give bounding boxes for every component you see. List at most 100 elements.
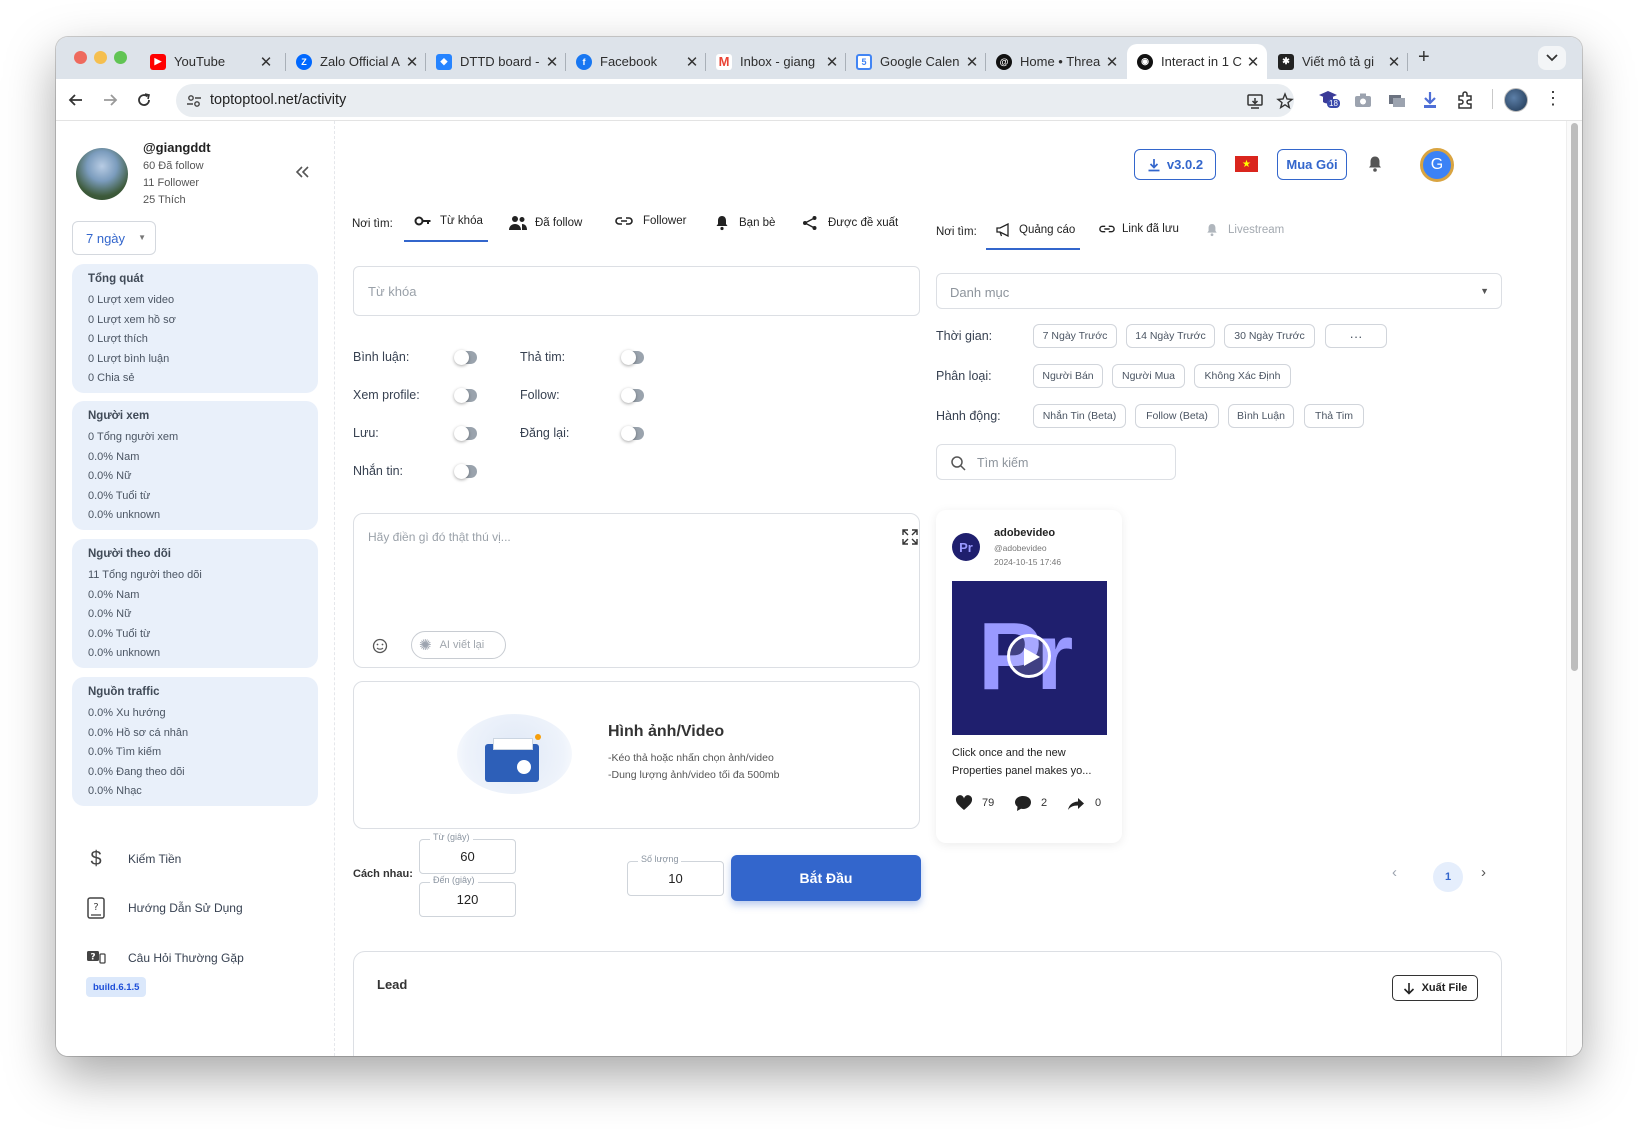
tab-threads[interactable]: @ Home • Threa ✕ xyxy=(986,44,1126,79)
quantity-input[interactable]: Số lượng 10 xyxy=(627,854,724,896)
tab-keyword[interactable]: Từ khóa xyxy=(414,215,483,227)
tab-follower[interactable]: Follower xyxy=(615,215,686,227)
chip-comment[interactable]: Bình Luận xyxy=(1228,404,1294,428)
category-select[interactable]: Danh mục ▼ xyxy=(936,273,1502,309)
interval-from-input[interactable]: Từ (giây) 60 xyxy=(419,832,516,874)
prev-page-icon[interactable]: ‹ xyxy=(1392,864,1397,881)
close-window-button[interactable] xyxy=(74,51,87,64)
comment-toggle[interactable] xyxy=(454,350,477,365)
buy-plan-button[interactable]: Mua Gói xyxy=(1277,149,1347,180)
heart-icon[interactable] xyxy=(955,795,973,811)
close-tab-icon[interactable]: ✕ xyxy=(1102,53,1122,71)
repost-toggle[interactable] xyxy=(621,426,644,441)
expand-icon[interactable] xyxy=(902,529,918,545)
install-app-icon[interactable] xyxy=(1246,92,1264,110)
comment-icon[interactable] xyxy=(1014,795,1032,812)
page-1-button[interactable]: 1 xyxy=(1433,862,1463,892)
tab-search-button[interactable] xyxy=(1538,46,1566,70)
camera-icon[interactable] xyxy=(1354,92,1372,108)
avatar[interactable] xyxy=(76,148,128,200)
view-profile-toggle[interactable] xyxy=(454,388,477,403)
close-tab-icon[interactable]: ✕ xyxy=(962,53,982,71)
user-avatar[interactable]: G xyxy=(1420,148,1454,182)
page-scrollbar[interactable] xyxy=(1566,121,1582,1056)
bell-icon[interactable] xyxy=(1367,155,1383,173)
message-toggle[interactable] xyxy=(454,464,477,479)
save-toggle[interactable] xyxy=(454,426,477,441)
next-page-icon[interactable]: › xyxy=(1481,864,1486,881)
close-tab-icon[interactable]: ✕ xyxy=(402,53,422,71)
kebab-menu-icon[interactable]: ⋮ xyxy=(1544,89,1562,107)
start-button[interactable]: Bắt Đầu xyxy=(731,855,921,901)
tab-ads[interactable]: Quảng cáo xyxy=(996,223,1075,237)
download-extension-icon[interactable] xyxy=(1422,91,1438,109)
download-icon xyxy=(1148,158,1160,171)
media-upload-dropzone[interactable]: Hình ảnh/Video -Kéo thả hoặc nhấn chọn ả… xyxy=(353,681,920,829)
period-select[interactable]: 7 ngày ▼ xyxy=(72,221,156,255)
reload-icon[interactable] xyxy=(136,92,152,108)
play-icon[interactable] xyxy=(1007,634,1051,678)
minimize-window-button[interactable] xyxy=(94,51,107,64)
version-download-button[interactable]: v3.0.2 xyxy=(1134,149,1216,180)
interval-to-input[interactable]: Đến (giây) 120 xyxy=(419,875,516,917)
tab-interact-active[interactable]: ◉ Interact in 1 C ✕ xyxy=(1127,44,1267,79)
tab-youtube[interactable]: ▶ YouTube ✕ xyxy=(140,44,280,79)
close-tab-icon[interactable]: ✕ xyxy=(1243,53,1263,71)
emoji-icon[interactable] xyxy=(372,638,388,654)
extension-graduate-icon[interactable]: 18 xyxy=(1318,88,1340,110)
close-tab-icon[interactable]: ✕ xyxy=(822,53,842,71)
address-bar[interactable]: toptoptool.net/activity xyxy=(176,84,1294,117)
chip-seller[interactable]: Người Bán xyxy=(1033,364,1103,388)
tab-suggested[interactable]: Được đề xuất xyxy=(802,215,898,231)
tab-followed[interactable]: Đã follow xyxy=(508,215,582,231)
nav-earn-money[interactable]: $ Kiếm Tiền xyxy=(86,848,181,870)
tab-saved-links[interactable]: Link đã lưu xyxy=(1099,223,1179,235)
tab-livestream[interactable]: Livestream xyxy=(1206,223,1284,237)
tab-calendar[interactable]: 5 Google Calen ✕ xyxy=(846,44,986,79)
close-tab-icon[interactable]: ✕ xyxy=(1384,53,1404,71)
tab-gmail[interactable]: M Inbox - giang ✕ xyxy=(706,44,846,79)
chip-14-days[interactable]: 14 Ngày Trước xyxy=(1126,324,1215,348)
back-icon[interactable] xyxy=(68,92,84,108)
action-label: Hành động: xyxy=(936,409,1001,423)
extensions-puzzle-icon[interactable] xyxy=(1456,91,1474,109)
close-tab-icon[interactable]: ✕ xyxy=(542,53,562,71)
search-input[interactable]: Tìm kiếm xyxy=(936,444,1176,480)
chip-buyer[interactable]: Người Mua xyxy=(1112,364,1185,388)
heart-toggle[interactable] xyxy=(621,350,644,365)
chip-undetermined[interactable]: Không Xác Định xyxy=(1194,364,1291,388)
export-file-button[interactable]: Xuất File xyxy=(1392,975,1478,1001)
collapse-sidebar-icon[interactable] xyxy=(294,164,310,180)
tab-friends[interactable]: Bạn bè xyxy=(715,215,775,231)
new-tab-button[interactable]: + xyxy=(1418,46,1430,69)
nav-faq[interactable]: ? Câu Hỏi Thường Gặp xyxy=(86,947,244,969)
chip-7-days[interactable]: 7 Ngày Trước xyxy=(1033,324,1117,348)
scrollbar-thumb[interactable] xyxy=(1571,123,1578,671)
forward-icon[interactable] xyxy=(102,92,118,108)
site-settings-icon[interactable] xyxy=(186,93,202,109)
chip-message-beta[interactable]: Nhắn Tin (Beta) xyxy=(1033,404,1126,428)
chip-follow-beta[interactable]: Follow (Beta) xyxy=(1135,404,1219,428)
tab-zalo[interactable]: Z Zalo Official A ✕ xyxy=(286,44,426,79)
follow-toggle[interactable] xyxy=(621,388,644,403)
ai-rewrite-button[interactable]: ✺ AI viết lại xyxy=(411,631,506,659)
nav-user-guide[interactable]: ? Hướng Dẫn Sử Dụng xyxy=(86,897,243,919)
share-arrow-icon[interactable] xyxy=(1067,797,1085,811)
chip-30-days[interactable]: 30 Ngày Trước xyxy=(1224,324,1315,348)
chip-heart[interactable]: Thả Tim xyxy=(1304,404,1364,428)
tab-ai-writer[interactable]: ✱ Viết mô tả gi ✕ xyxy=(1268,44,1408,79)
bookmark-star-icon[interactable] xyxy=(1276,92,1294,110)
chip-more[interactable]: ··· xyxy=(1325,324,1387,348)
post-thumbnail[interactable]: Pr xyxy=(952,581,1107,735)
tab-facebook[interactable]: f Facebook ✕ xyxy=(566,44,706,79)
profile-avatar-icon[interactable] xyxy=(1504,88,1528,112)
screen-extension-icon[interactable] xyxy=(1388,92,1406,108)
close-tab-icon[interactable]: ✕ xyxy=(682,53,702,71)
message-textarea[interactable]: Hãy điền gì đó thật thú vị... ✺ AI viết … xyxy=(353,513,920,668)
zoom-window-button[interactable] xyxy=(114,51,127,64)
tab-jira[interactable]: ◆ DTTD board - ✕ xyxy=(426,44,566,79)
vietnam-flag-icon[interactable]: ★ xyxy=(1235,156,1258,172)
post-card[interactable]: Pr adobevideo @adobevideo 2024-10-15 17:… xyxy=(936,510,1122,843)
close-tab-icon[interactable]: ✕ xyxy=(256,53,276,71)
keyword-input[interactable]: Từ khóa xyxy=(353,266,920,316)
